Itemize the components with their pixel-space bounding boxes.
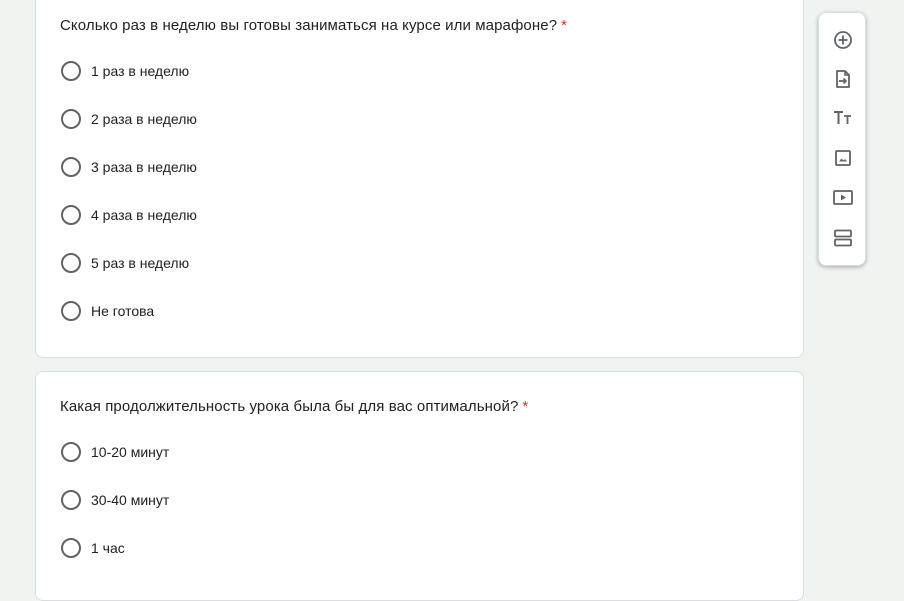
radio-button[interactable] — [61, 157, 81, 177]
required-asterisk: * — [561, 17, 568, 34]
option-label: 4 раза в неделю — [91, 207, 197, 223]
radio-button[interactable] — [61, 301, 81, 321]
radio-option[interactable]: 1 час — [61, 538, 125, 558]
option-label: 1 раз в неделю — [91, 63, 190, 79]
title-text-icon — [834, 111, 851, 124]
section-icon — [834, 229, 852, 247]
option-label: Не готова — [91, 303, 155, 319]
add-section-button[interactable] — [819, 220, 867, 256]
option-label: 5 раз в неделю — [91, 255, 190, 271]
add-title-button[interactable] — [819, 100, 867, 136]
add-question-icon — [834, 31, 852, 49]
option-label: 2 раза в неделю — [91, 111, 197, 127]
radio-option[interactable]: 5 раз в неделю — [61, 253, 189, 273]
floating-toolbar — [818, 12, 866, 266]
video-icon — [833, 190, 853, 205]
add-question-button[interactable] — [819, 22, 867, 58]
radio-button[interactable] — [61, 205, 81, 225]
radio-option[interactable]: 3 раза в неделю — [61, 157, 197, 177]
option-label: 30-40 минут — [91, 492, 170, 508]
radio-option[interactable]: 1 раз в неделю — [61, 61, 189, 81]
add-video-button[interactable] — [819, 179, 867, 215]
option-label: 1 час — [91, 540, 125, 556]
question-title: Сколько раз в неделю вы готовы заниматьс… — [60, 16, 567, 36]
radio-button[interactable] — [61, 253, 81, 273]
radio-button[interactable] — [61, 490, 81, 510]
option-label: 10-20 минут — [91, 444, 170, 460]
radio-button[interactable] — [61, 442, 81, 462]
radio-option[interactable]: 10-20 минут — [61, 442, 169, 462]
radio-option[interactable]: Не готова — [61, 301, 154, 321]
question-title-text: Сколько раз в неделю вы готовы заниматьс… — [60, 17, 558, 34]
radio-button[interactable] — [61, 109, 81, 129]
radio-option[interactable]: 4 раза в неделю — [61, 205, 197, 225]
required-asterisk: * — [522, 398, 529, 415]
question-card[interactable]: Сколько раз в неделю вы готовы заниматьс… — [35, 0, 804, 358]
question-title-text: Какая продолжительность урока была бы дл… — [60, 398, 519, 415]
radio-option[interactable]: 2 раза в неделю — [61, 109, 197, 129]
add-image-button[interactable] — [819, 140, 867, 176]
image-icon — [835, 150, 851, 166]
radio-option[interactable]: 30-40 минут — [61, 490, 169, 510]
question-title: Какая продолжительность урока была бы дл… — [60, 397, 528, 417]
radio-button[interactable] — [61, 538, 81, 558]
question-card[interactable]: Какая продолжительность урока была бы дл… — [35, 371, 804, 601]
import-questions-icon — [836, 70, 850, 88]
import-questions-button[interactable] — [819, 61, 867, 97]
option-label: 3 раза в неделю — [91, 159, 197, 175]
radio-button[interactable] — [61, 61, 81, 81]
